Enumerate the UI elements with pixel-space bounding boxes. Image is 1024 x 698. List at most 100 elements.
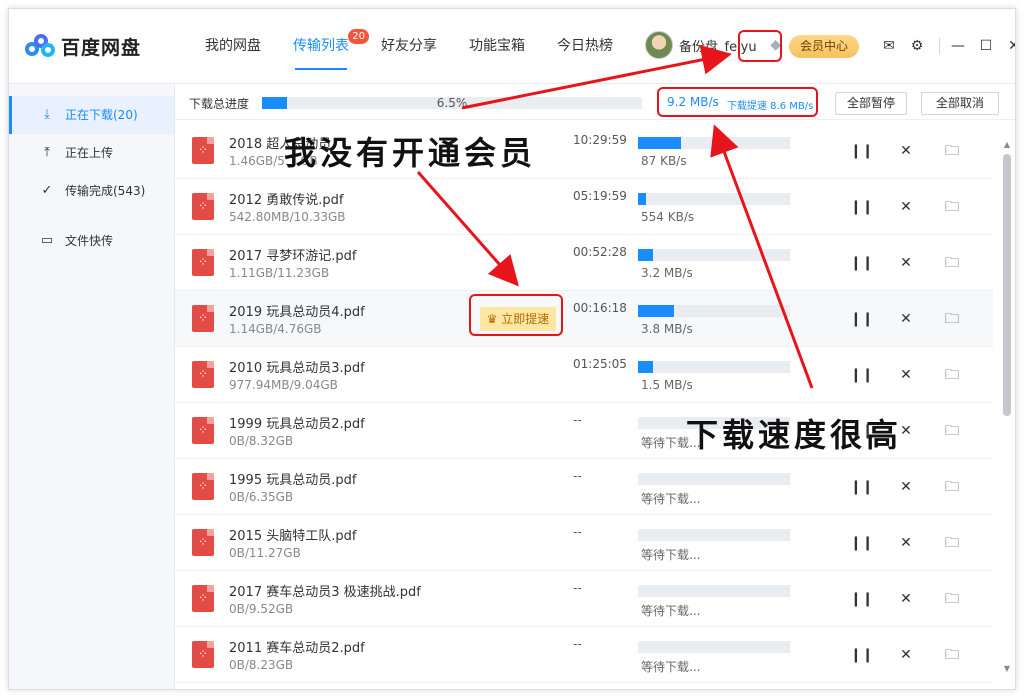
file-name[interactable]: 2019 玩具总动员4.pdf: [229, 301, 365, 320]
pause-icon[interactable]: ❙❙: [850, 589, 873, 609]
download-icon: ⤓: [44, 107, 50, 122]
logo-icon: [25, 34, 55, 58]
folder-icon[interactable]: 🗀: [942, 421, 962, 441]
monitor-icon: ▭: [40, 233, 54, 248]
table-row[interactable]: 2015 头脑特工队.pdf 0B/11.27GB -- 等待下载... ❙❙ ✕ 🗀: [175, 515, 993, 571]
tab-transfer-list[interactable]: 传输列表 20: [277, 9, 369, 84]
table-row[interactable]: 2010 玩具总动员3.pdf 977.94MB/9.04GB 01:25:05 1.…: [175, 347, 993, 403]
scrollbar[interactable]: ▲ ▼: [1003, 140, 1011, 680]
vip-center-button[interactable]: 会员中心: [789, 35, 859, 58]
file-list: 2018 超人总动员1.46GB/5.1 GB10:29:5987 KB/s❙❙…: [175, 123, 993, 689]
time-remaining: 00:16:18: [573, 301, 627, 315]
pdf-file-icon: [192, 585, 214, 612]
folder-icon[interactable]: 🗀: [942, 645, 962, 665]
file-speed: 等待下载...: [641, 660, 701, 674]
time-remaining: --: [573, 469, 582, 483]
cancel-icon[interactable]: ✕: [896, 645, 916, 665]
table-row[interactable]: 1995 玩具总动员.pdf 0B/6.35GB -- 等待下载... ❙❙ ✕ 🗀: [175, 459, 993, 515]
tab-my-disk[interactable]: 我的网盘: [189, 9, 277, 84]
folder-icon[interactable]: 🗀: [942, 589, 962, 609]
file-name[interactable]: 2015 头脑特工队.pdf: [229, 525, 356, 544]
table-row[interactable]: 2017 赛车总动员3 极速挑战.pdf 0B/9.52GB -- 等待下载... ❙❙…: [175, 571, 993, 627]
tab-toolbox[interactable]: 功能宝箱: [453, 9, 541, 84]
file-progress-track: [638, 305, 790, 317]
scroll-up-icon[interactable]: ▲: [1003, 140, 1011, 149]
baidu-netdisk-window: 百度网盘 我的网盘 传输列表 20 好友分享 功能宝箱 今日热榜 备份盘_fei…: [8, 8, 1016, 690]
file-size: 0B/11.27GB: [229, 546, 301, 560]
file-name[interactable]: 2012 勇敢传说.pdf: [229, 189, 343, 208]
pause-icon[interactable]: ❙❙: [850, 253, 873, 273]
cancel-icon[interactable]: ✕: [896, 533, 916, 553]
folder-icon[interactable]: 🗀: [942, 365, 962, 385]
cancel-icon[interactable]: ✕: [896, 365, 916, 385]
tab-hot-list[interactable]: 今日热榜: [541, 9, 629, 84]
mail-icon[interactable]: ✉: [877, 36, 901, 56]
close-icon[interactable]: ✕: [1002, 36, 1015, 56]
table-row[interactable]: 2019 玩具总动员4.pdf1.14GB/4.76GB♛ 立即提速00:16:…: [175, 291, 993, 347]
pause-icon[interactable]: ❙❙: [850, 365, 873, 385]
file-speed: 等待下载...: [641, 492, 701, 506]
folder-icon[interactable]: 🗀: [942, 197, 962, 217]
minimize-icon[interactable]: —: [946, 36, 970, 56]
file-progress-fill: [638, 249, 654, 261]
sidebar-item-uploading[interactable]: ⤒ 正在上传: [9, 134, 174, 172]
cancel-icon[interactable]: ✕: [896, 309, 916, 329]
cancel-icon[interactable]: ✕: [896, 589, 916, 609]
time-remaining: 00:52:28: [573, 245, 627, 259]
time-remaining: --: [573, 413, 582, 427]
settings-icon[interactable]: ⚙: [905, 36, 929, 56]
file-progress-track: [638, 137, 790, 149]
cancel-icon[interactable]: ✕: [896, 477, 916, 497]
file-size: 1.14GB/4.76GB: [229, 322, 322, 336]
file-progress-track: [638, 585, 790, 597]
scroll-down-icon[interactable]: ▼: [1003, 664, 1011, 673]
pause-icon[interactable]: ❙❙: [850, 141, 873, 161]
folder-icon[interactable]: 🗀: [942, 141, 962, 161]
folder-icon[interactable]: 🗀: [942, 533, 962, 553]
annotation-box-vip-icon: [738, 30, 782, 62]
pause-icon[interactable]: ❙❙: [850, 197, 873, 217]
pdf-file-icon: [192, 473, 214, 500]
scroll-thumb[interactable]: [1003, 154, 1011, 416]
table-row[interactable]: 2012 勇敢传说.pdf 542.80MB/10.33GB 05:19:59 554…: [175, 179, 993, 235]
file-speed: 3.8 MB/s: [641, 322, 693, 336]
cancel-icon[interactable]: ✕: [896, 253, 916, 273]
pause-all-button[interactable]: 全部暂停: [835, 92, 907, 115]
cancel-icon[interactable]: ✕: [896, 197, 916, 217]
file-name[interactable]: 2010 玩具总动员3.pdf: [229, 357, 365, 376]
file-name[interactable]: 1999 玩具总动员2.pdf: [229, 413, 365, 432]
folder-icon[interactable]: 🗀: [942, 309, 962, 329]
sidebar-item-downloading[interactable]: ⤓ 正在下载(20): [9, 96, 174, 134]
pause-icon[interactable]: ❙❙: [850, 645, 873, 665]
total-progress-bar: 下载总进度 6.5% 9.2 MB/s 下载提速 8.6 MB/s 全部暂停 全…: [175, 84, 1015, 120]
pdf-file-icon: [192, 193, 214, 220]
file-name[interactable]: 1995 玩具总动员.pdf: [229, 469, 356, 488]
file-name[interactable]: 2011 赛车总动员2.pdf: [229, 637, 365, 656]
sidebar-item-quick-transfer[interactable]: ▭ 文件快传: [9, 222, 174, 260]
annotation-no-vip: 我没有开通会员: [284, 134, 537, 172]
pdf-file-icon: [192, 641, 214, 668]
sidebar-item-completed[interactable]: ✓ 传输完成(543): [9, 172, 174, 210]
maximize-icon[interactable]: ☐: [974, 36, 998, 56]
file-speed: 1.5 MB/s: [641, 378, 693, 392]
table-row[interactable]: 2011 赛车总动员2.pdf 0B/8.23GB -- 等待下载... ❙❙ ✕ 🗀: [175, 627, 993, 683]
file-name[interactable]: 2017 寻梦环游记.pdf: [229, 245, 356, 264]
avatar[interactable]: [645, 31, 673, 59]
tab-friend-share[interactable]: 好友分享: [365, 9, 453, 84]
folder-icon[interactable]: 🗀: [942, 477, 962, 497]
file-name[interactable]: 2017 赛车总动员3 极速挑战.pdf: [229, 581, 421, 600]
pdf-file-icon: [192, 249, 214, 276]
time-remaining: --: [573, 637, 582, 651]
table-row[interactable]: 2017 寻梦环游记.pdf 1.11GB/11.23GB 00:52:28 3.2 …: [175, 235, 993, 291]
pause-icon[interactable]: ❙❙: [850, 309, 873, 329]
time-remaining: 10:29:59: [573, 133, 627, 147]
pause-icon[interactable]: ❙❙: [850, 477, 873, 497]
cancel-all-button[interactable]: 全部取消: [921, 92, 999, 115]
folder-icon[interactable]: 🗀: [942, 253, 962, 273]
annotation-box-speed: [657, 87, 818, 117]
cancel-icon[interactable]: ✕: [896, 141, 916, 161]
pause-icon[interactable]: ❙❙: [850, 533, 873, 553]
total-progress-label: 下载总进度: [189, 97, 250, 111]
pdf-file-icon: [192, 529, 214, 556]
app-logo[interactable]: 百度网盘: [25, 31, 155, 61]
